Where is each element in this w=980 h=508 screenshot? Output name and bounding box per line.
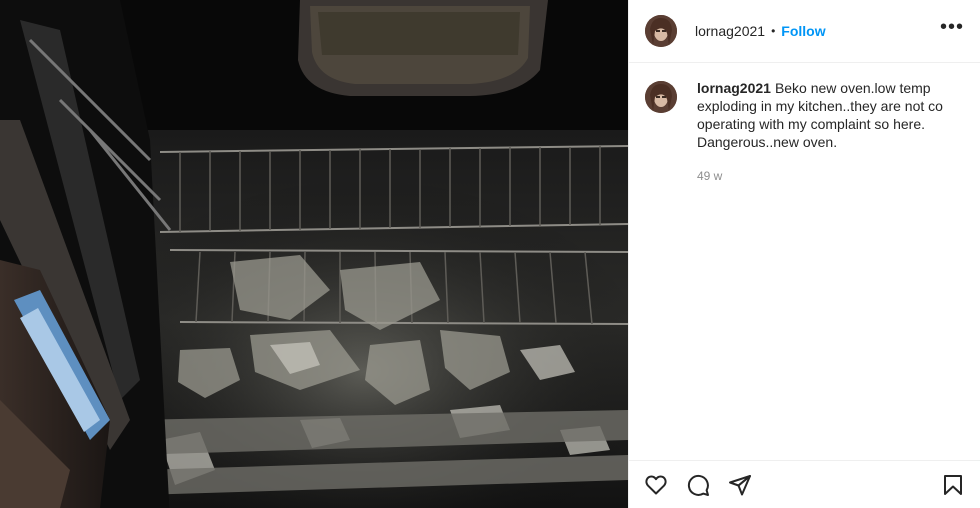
paper-plane-icon[interactable] (727, 472, 753, 498)
action-bar (629, 460, 980, 508)
follow-button[interactable]: Follow (781, 23, 825, 39)
profile-picture-icon (645, 15, 677, 47)
caption-username-link[interactable]: lornag2021 (697, 80, 771, 96)
oven-photo-image (0, 0, 628, 508)
more-options-icon[interactable]: ••• (940, 17, 964, 45)
post-header: lornag2021 • Follow ••• (629, 0, 980, 63)
post-sidebar: lornag2021 • Follow ••• lornag2021 Beko n… (628, 0, 980, 508)
avatar[interactable] (645, 15, 677, 47)
separator-dot: • (771, 24, 776, 38)
profile-picture-icon (645, 81, 677, 113)
comment-icon[interactable] (685, 472, 711, 498)
caption-comment: lornag2021 Beko new oven.low temp explodi… (629, 63, 980, 185)
caption-text: lornag2021 Beko new oven.low temp explodi… (697, 79, 957, 151)
caption-avatar[interactable] (645, 81, 677, 113)
header-username-link[interactable]: lornag2021 (695, 23, 765, 39)
post-photo[interactable] (0, 0, 628, 508)
post-timestamp[interactable]: 49 w (697, 169, 722, 183)
heart-icon[interactable] (643, 472, 669, 498)
bookmark-icon[interactable] (940, 472, 966, 498)
instagram-post: lornag2021 • Follow ••• lornag2021 Beko n… (0, 0, 980, 508)
caption-body: lornag2021 Beko new oven.low temp explodi… (697, 79, 957, 185)
